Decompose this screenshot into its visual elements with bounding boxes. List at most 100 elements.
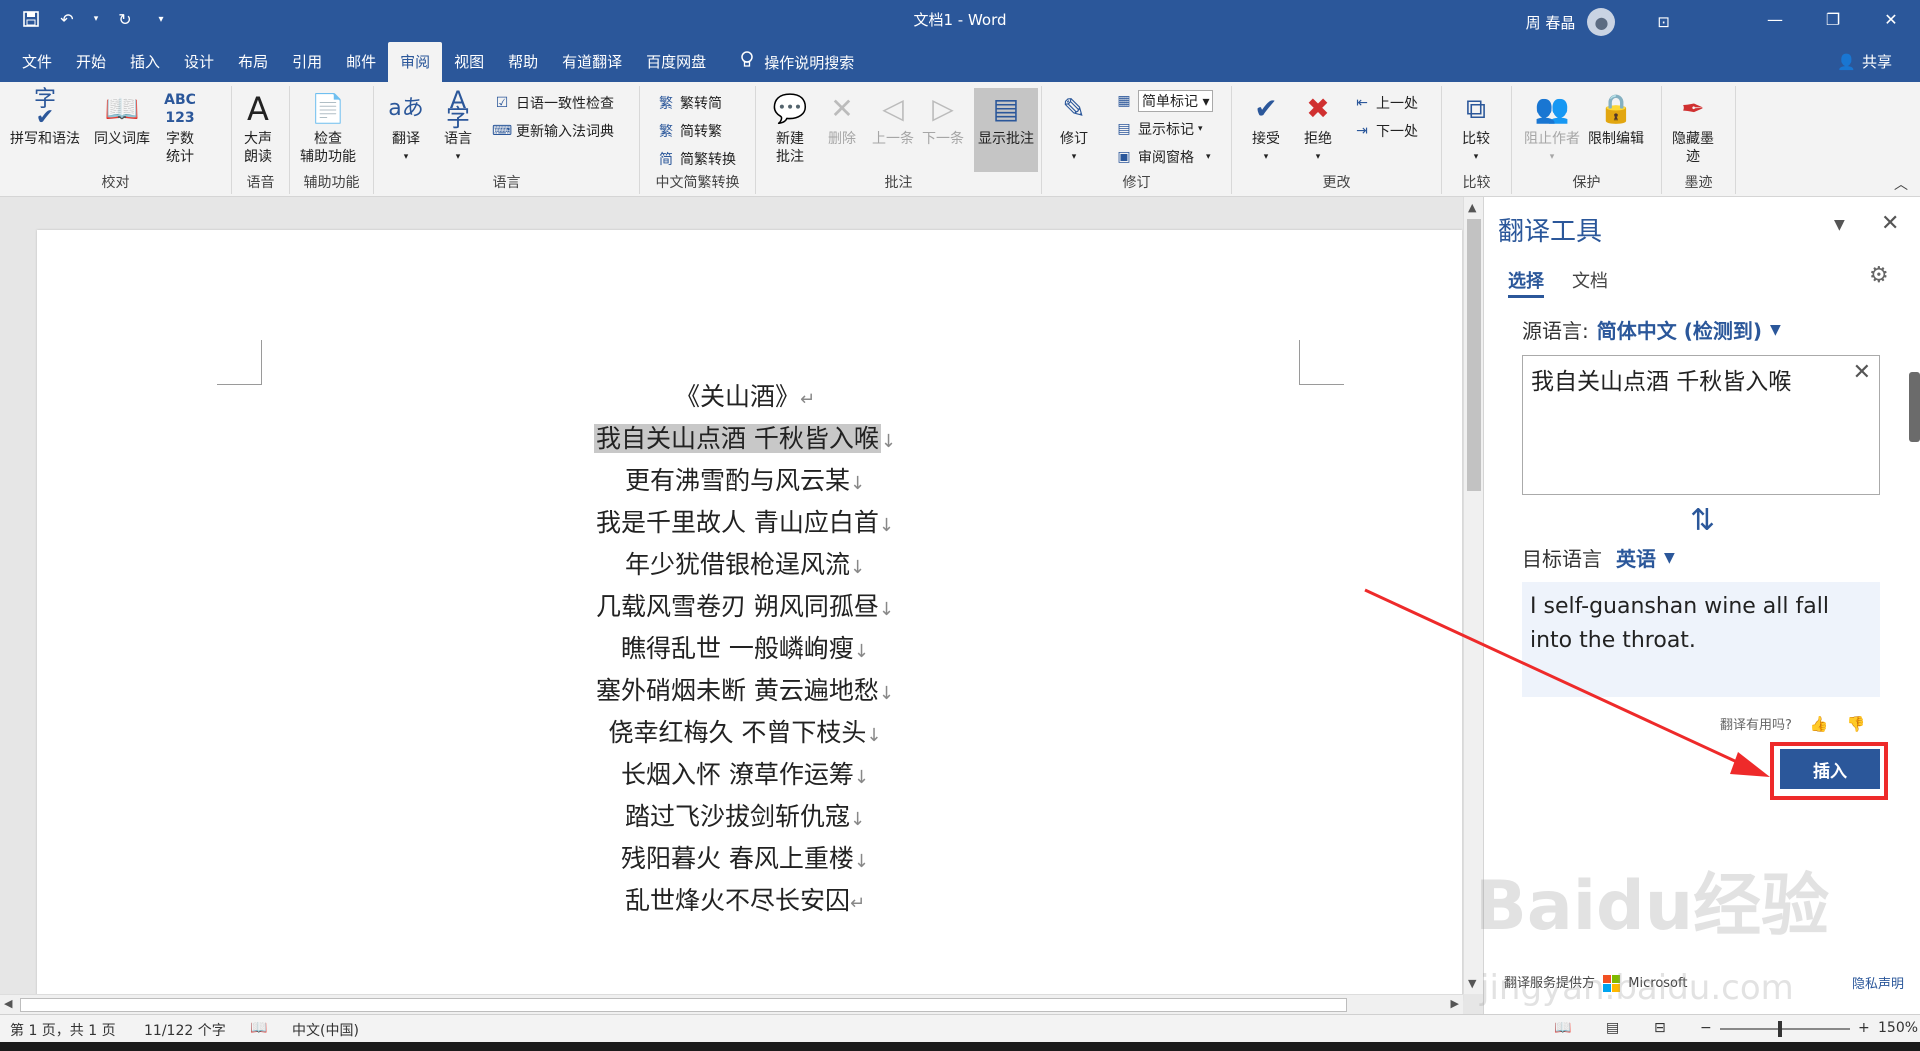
pane-close-icon[interactable]: ✕ xyxy=(1881,211,1899,236)
poem-line[interactable]: 我自关山点酒 千秋皆入喉 ↓ xyxy=(0,419,1490,461)
poem-line[interactable]: 长烟入怀 潦草作运筹↓ xyxy=(0,755,1490,797)
show-markup-button[interactable]: ▤ 显示标记 ▾ xyxy=(1114,118,1202,140)
zoom-level[interactable]: 150% xyxy=(1878,1020,1918,1036)
poem-text[interactable]: 《关山酒》↵ 我自关山点酒 千秋皆入喉 ↓ 更有沸雪酌与风云某↓ 我是千里故人 青山应白… xyxy=(0,377,1490,923)
reviewing-pane-button[interactable]: ▣ 审阅窗格 ▾ xyxy=(1114,146,1210,168)
privacy-link[interactable]: 隐私声明 xyxy=(1852,973,1904,992)
scroll-left-icon[interactable]: ◀ xyxy=(4,997,12,1010)
hide-ink-button[interactable]: ✒ 隐藏墨 迹 xyxy=(1672,88,1714,166)
jp-consistency-button[interactable]: ☑ 日语一致性检查 xyxy=(492,92,614,114)
next-change-button[interactable]: ⇥ 下一处 xyxy=(1352,120,1418,142)
tab-1[interactable]: 开始 xyxy=(64,42,118,82)
scroll-right-icon[interactable]: ▶ xyxy=(1451,997,1459,1010)
markup-select[interactable]: ▦ 简单标记 ▾ xyxy=(1114,90,1214,112)
tell-me-search[interactable]: 操作说明搜索 xyxy=(740,42,854,82)
restrict-editing-button[interactable]: 🔒 限制编辑 xyxy=(1588,88,1644,148)
poem-line[interactable]: 踏过飞沙拔剑斩仇寇↓ xyxy=(0,797,1490,839)
check-accessibility-button[interactable]: 📄 检查 辅助功能 xyxy=(300,88,356,166)
poem-line[interactable]: 侥幸红梅久 不曾下枝头↓ xyxy=(0,713,1490,755)
previous-comment-button[interactable]: ◁ 上一条 xyxy=(872,88,914,148)
update-ime-button[interactable]: ⌨ 更新输入法词典 xyxy=(492,120,614,142)
horizontal-scrollbar[interactable]: ◀ ▶ xyxy=(0,994,1463,1014)
tab-11[interactable]: 百度网盘 xyxy=(634,42,718,82)
poem-line[interactable]: 塞外硝烟未断 黄云遍地愁↓ xyxy=(0,671,1490,713)
markup-select-value[interactable]: 简单标记 ▾ xyxy=(1138,90,1214,112)
read-aloud-button[interactable]: A 大声 朗读 xyxy=(238,88,278,166)
word-count-button[interactable]: ABC 123 字数 统计 xyxy=(160,88,200,166)
word-count[interactable]: 11/122 个字 xyxy=(144,1020,226,1040)
language-status[interactable]: 中文(中国) xyxy=(292,1020,359,1040)
zoom-out-icon[interactable]: − xyxy=(1700,1020,1712,1036)
thumbs-down-icon[interactable]: 👎 xyxy=(1847,715,1866,733)
spelling-grammar-button[interactable]: 字✔ 拼写和语法 xyxy=(10,88,80,148)
user-account[interactable]: 周 春晶 ● ⊡ xyxy=(1526,8,1670,36)
ribbon-display-options-icon[interactable]: ⊡ xyxy=(1657,13,1670,31)
tab-5[interactable]: 引用 xyxy=(280,42,334,82)
poem-line[interactable]: 年少犹借银枪逞风流↓ xyxy=(0,545,1490,587)
restore-icon[interactable]: ❐ xyxy=(1804,0,1862,38)
source-text-box[interactable]: 我自关山点酒 千秋皆入喉 ✕ xyxy=(1522,355,1880,495)
zoom-slider[interactable] xyxy=(1720,1028,1850,1030)
clear-icon[interactable]: ✕ xyxy=(1853,360,1871,385)
tab-9[interactable]: 帮助 xyxy=(496,42,550,82)
share-button[interactable]: 👤 共享 xyxy=(1837,51,1892,72)
tab-10[interactable]: 有道翻译 xyxy=(550,42,634,82)
reject-button[interactable]: ✖ 拒绝 ▾ xyxy=(1298,88,1338,166)
track-changes-button[interactable]: ✎ 修订 ▾ xyxy=(1054,88,1094,166)
language-button[interactable]: A字 语言 ▾ xyxy=(438,88,478,166)
tab-document[interactable]: 文档 xyxy=(1572,267,1608,293)
poem-line[interactable]: 瞧得乱世 一般嶙峋瘦↓ xyxy=(0,629,1490,671)
minimize-icon[interactable]: — xyxy=(1746,0,1804,38)
horizontal-scroll-thumb[interactable] xyxy=(20,998,1347,1012)
compare-button[interactable]: ⧉ 比较 ▾ xyxy=(1456,88,1496,166)
block-authors-button[interactable]: 👥 阻止作者 ▾ xyxy=(1524,88,1580,166)
insert-button[interactable]: 插入 xyxy=(1780,749,1880,789)
undo-icon[interactable]: ↶ xyxy=(56,8,78,30)
thumbs-up-icon[interactable]: 👍 xyxy=(1810,715,1829,733)
delete-comment-button[interactable]: ✕ 删除 xyxy=(822,88,862,148)
scroll-up-icon[interactable]: ▲ xyxy=(1468,201,1476,214)
poem-line[interactable]: 几载风雪卷刃 朔风同孤昼↓ xyxy=(0,587,1490,629)
tab-2[interactable]: 插入 xyxy=(118,42,172,82)
vertical-scroll-thumb[interactable] xyxy=(1467,219,1481,491)
poem-line[interactable]: 乱世烽火不尽长安囚↵ xyxy=(0,881,1490,923)
new-comment-button[interactable]: 💬 新建 批注 xyxy=(770,88,810,166)
conversion-button[interactable]: 简 简繁转换 xyxy=(656,148,736,170)
source-language-select[interactable]: 简体中文 (检测到) xyxy=(1597,315,1762,344)
collapse-ribbon-icon[interactable]: ︿ xyxy=(1894,174,1908,194)
customize-qat-icon[interactable]: ▾ xyxy=(150,8,172,30)
tab-7[interactable]: 审阅 xyxy=(388,42,443,82)
tab-4[interactable]: 布局 xyxy=(226,42,280,82)
trad-to-simp-button[interactable]: 繁 繁转简 xyxy=(656,92,722,114)
avatar[interactable]: ● xyxy=(1587,8,1616,36)
undo-dropdown-icon[interactable]: ▾ xyxy=(92,8,100,30)
web-layout-icon[interactable]: ⊟ xyxy=(1654,1020,1666,1036)
poem-line[interactable]: 更有沸雪酌与风云某↓ xyxy=(0,461,1490,503)
scroll-down-icon[interactable]: ▼ xyxy=(1468,977,1476,990)
read-mode-icon[interactable]: 📖 xyxy=(1554,1020,1571,1036)
source-language-chevron-down-icon[interactable]: ▼ xyxy=(1770,322,1781,338)
accept-button[interactable]: ✔ 接受 ▾ xyxy=(1246,88,1286,166)
poem-line[interactable]: 残阳暮火 春风上重楼↓ xyxy=(0,839,1490,881)
tab-8[interactable]: 视图 xyxy=(442,42,496,82)
translate-button[interactable]: aあ 翻译 ▾ xyxy=(386,88,426,166)
vertical-scrollbar[interactable]: ▲ ▼ xyxy=(1463,197,1483,994)
pane-options-icon[interactable]: ▼ xyxy=(1834,217,1845,233)
next-comment-button[interactable]: ▷ 下一条 xyxy=(922,88,964,148)
poem-line[interactable]: 《关山酒》↵ xyxy=(0,377,1490,419)
previous-change-button[interactable]: ⇤ 上一处 xyxy=(1352,92,1418,114)
zoom-in-icon[interactable]: + xyxy=(1858,1020,1870,1036)
print-layout-icon[interactable]: ▤ xyxy=(1606,1020,1619,1036)
thesaurus-button[interactable]: 📖 同义词库 xyxy=(94,88,150,148)
target-language-chevron-down-icon[interactable]: ▼ xyxy=(1664,550,1675,566)
zoom-slider-thumb[interactable] xyxy=(1778,1021,1782,1037)
tab-0[interactable]: 文件 xyxy=(10,42,64,82)
target-language-select[interactable]: 英语 xyxy=(1616,543,1656,572)
page-count[interactable]: 第 1 页，共 1 页 xyxy=(10,1020,116,1040)
poem-line[interactable]: 我是千里故人 青山应白首↓ xyxy=(0,503,1490,545)
swap-languages-icon[interactable]: ⇅ xyxy=(1690,503,1715,538)
gear-icon[interactable]: ⚙ xyxy=(1869,263,1889,288)
close-icon[interactable]: ✕ xyxy=(1862,0,1920,38)
tab-selection[interactable]: 选择 xyxy=(1508,267,1544,298)
show-comments-button[interactable]: ▤ 显示批注 xyxy=(974,88,1038,172)
